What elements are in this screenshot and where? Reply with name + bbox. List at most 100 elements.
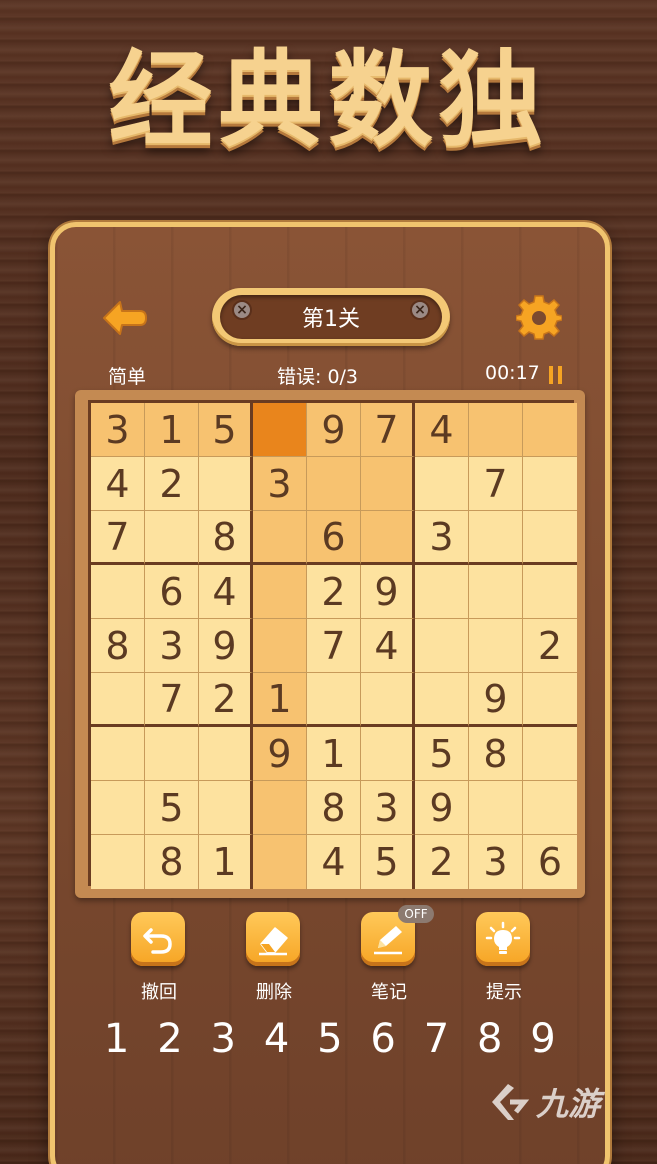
erase-button[interactable] bbox=[246, 912, 300, 966]
sudoku-cell[interactable]: 1 bbox=[145, 403, 199, 457]
sudoku-cell[interactable] bbox=[253, 511, 307, 565]
sudoku-cell[interactable]: 9 bbox=[307, 403, 361, 457]
sudoku-cell[interactable]: 3 bbox=[253, 457, 307, 511]
pause-button[interactable] bbox=[548, 365, 564, 385]
sudoku-cell[interactable] bbox=[91, 673, 145, 727]
sudoku-cell[interactable] bbox=[469, 511, 523, 565]
sudoku-cell[interactable]: 2 bbox=[415, 835, 469, 889]
sudoku-cell[interactable]: 5 bbox=[145, 781, 199, 835]
sudoku-cell[interactable]: 6 bbox=[523, 835, 577, 889]
sudoku-cell[interactable] bbox=[469, 781, 523, 835]
sudoku-cell[interactable] bbox=[415, 565, 469, 619]
back-button[interactable] bbox=[100, 298, 148, 338]
sudoku-cell[interactable] bbox=[523, 565, 577, 619]
numpad-key-6[interactable]: 6 bbox=[356, 1016, 409, 1066]
sudoku-cell[interactable]: 3 bbox=[415, 511, 469, 565]
sudoku-cell[interactable]: 7 bbox=[361, 403, 415, 457]
sudoku-cell[interactable] bbox=[253, 565, 307, 619]
sudoku-cell[interactable] bbox=[91, 835, 145, 889]
sudoku-cell[interactable]: 9 bbox=[415, 781, 469, 835]
numpad-key-7[interactable]: 7 bbox=[410, 1016, 463, 1066]
notes-tool[interactable]: 笔记 bbox=[361, 912, 417, 1004]
sudoku-cell[interactable]: 3 bbox=[145, 619, 199, 673]
settings-button[interactable] bbox=[515, 295, 563, 341]
numpad-key-4[interactable]: 4 bbox=[250, 1016, 303, 1066]
numpad-key-3[interactable]: 3 bbox=[197, 1016, 250, 1066]
sudoku-cell[interactable] bbox=[91, 727, 145, 781]
sudoku-cell[interactable]: 2 bbox=[523, 619, 577, 673]
sudoku-cell[interactable] bbox=[199, 457, 253, 511]
sudoku-cell[interactable] bbox=[253, 403, 307, 457]
sudoku-cell[interactable]: 3 bbox=[469, 835, 523, 889]
sudoku-cell[interactable] bbox=[415, 619, 469, 673]
sudoku-cell[interactable]: 7 bbox=[91, 511, 145, 565]
sudoku-cell[interactable] bbox=[307, 673, 361, 727]
sudoku-cell[interactable] bbox=[361, 457, 415, 511]
numpad-key-1[interactable]: 1 bbox=[90, 1016, 143, 1066]
sudoku-cell[interactable] bbox=[415, 457, 469, 511]
sudoku-cell[interactable]: 9 bbox=[253, 727, 307, 781]
numpad-key-8[interactable]: 8 bbox=[463, 1016, 516, 1066]
sudoku-cell[interactable] bbox=[415, 673, 469, 727]
sudoku-cell[interactable]: 9 bbox=[361, 565, 415, 619]
sudoku-cell[interactable] bbox=[361, 511, 415, 565]
sudoku-cell[interactable]: 2 bbox=[307, 565, 361, 619]
sudoku-cell[interactable]: 9 bbox=[469, 673, 523, 727]
sudoku-cell[interactable]: 7 bbox=[307, 619, 361, 673]
sudoku-cell[interactable]: 1 bbox=[307, 727, 361, 781]
sudoku-cell[interactable]: 4 bbox=[361, 619, 415, 673]
sudoku-cell[interactable] bbox=[523, 781, 577, 835]
sudoku-cell[interactable] bbox=[253, 781, 307, 835]
sudoku-cell[interactable] bbox=[361, 727, 415, 781]
sudoku-cell[interactable]: 4 bbox=[307, 835, 361, 889]
sudoku-cell[interactable]: 5 bbox=[415, 727, 469, 781]
sudoku-cell[interactable]: 2 bbox=[145, 457, 199, 511]
sudoku-cell[interactable] bbox=[523, 673, 577, 727]
sudoku-cell[interactable]: 1 bbox=[199, 835, 253, 889]
sudoku-cell[interactable]: 3 bbox=[91, 403, 145, 457]
sudoku-cell[interactable] bbox=[145, 511, 199, 565]
sudoku-cell[interactable]: 7 bbox=[469, 457, 523, 511]
sudoku-cell[interactable]: 1 bbox=[253, 673, 307, 727]
sudoku-cell[interactable]: 5 bbox=[361, 835, 415, 889]
undo-button[interactable] bbox=[131, 912, 185, 966]
sudoku-cell[interactable]: 6 bbox=[307, 511, 361, 565]
sudoku-cell[interactable] bbox=[469, 403, 523, 457]
sudoku-cell[interactable]: 6 bbox=[145, 565, 199, 619]
sudoku-cell[interactable] bbox=[523, 403, 577, 457]
sudoku-cell[interactable]: 4 bbox=[199, 565, 253, 619]
sudoku-cell[interactable] bbox=[307, 457, 361, 511]
sudoku-cell[interactable]: 8 bbox=[199, 511, 253, 565]
undo-tool[interactable]: 撤回 bbox=[131, 912, 187, 1004]
sudoku-cell[interactable]: 4 bbox=[91, 457, 145, 511]
sudoku-cell[interactable] bbox=[469, 565, 523, 619]
numpad-key-9[interactable]: 9 bbox=[516, 1016, 569, 1066]
sudoku-cell[interactable] bbox=[199, 781, 253, 835]
sudoku-cell[interactable]: 4 bbox=[415, 403, 469, 457]
sudoku-cell[interactable] bbox=[523, 457, 577, 511]
sudoku-cell[interactable]: 9 bbox=[199, 619, 253, 673]
sudoku-cell[interactable]: 3 bbox=[361, 781, 415, 835]
numpad-key-2[interactable]: 2 bbox=[143, 1016, 196, 1066]
sudoku-cell[interactable]: 2 bbox=[199, 673, 253, 727]
sudoku-cell[interactable] bbox=[523, 511, 577, 565]
sudoku-cell[interactable] bbox=[91, 565, 145, 619]
sudoku-cell[interactable] bbox=[145, 727, 199, 781]
erase-tool[interactable]: 删除 bbox=[246, 912, 302, 1004]
sudoku-cell[interactable] bbox=[253, 835, 307, 889]
sudoku-cell[interactable]: 8 bbox=[145, 835, 199, 889]
sudoku-cell[interactable] bbox=[253, 619, 307, 673]
numpad-key-5[interactable]: 5 bbox=[303, 1016, 356, 1066]
sudoku-cell[interactable] bbox=[361, 673, 415, 727]
hint-tool[interactable]: 提示 bbox=[476, 912, 532, 1004]
sudoku-cell[interactable]: 8 bbox=[469, 727, 523, 781]
sudoku-cell[interactable]: 8 bbox=[91, 619, 145, 673]
sudoku-cell[interactable]: 5 bbox=[199, 403, 253, 457]
sudoku-cell[interactable] bbox=[523, 727, 577, 781]
sudoku-cell[interactable]: 8 bbox=[307, 781, 361, 835]
sudoku-cell[interactable]: 7 bbox=[145, 673, 199, 727]
sudoku-cell[interactable] bbox=[199, 727, 253, 781]
sudoku-cell[interactable] bbox=[469, 619, 523, 673]
hint-button[interactable] bbox=[476, 912, 530, 966]
sudoku-cell[interactable] bbox=[91, 781, 145, 835]
